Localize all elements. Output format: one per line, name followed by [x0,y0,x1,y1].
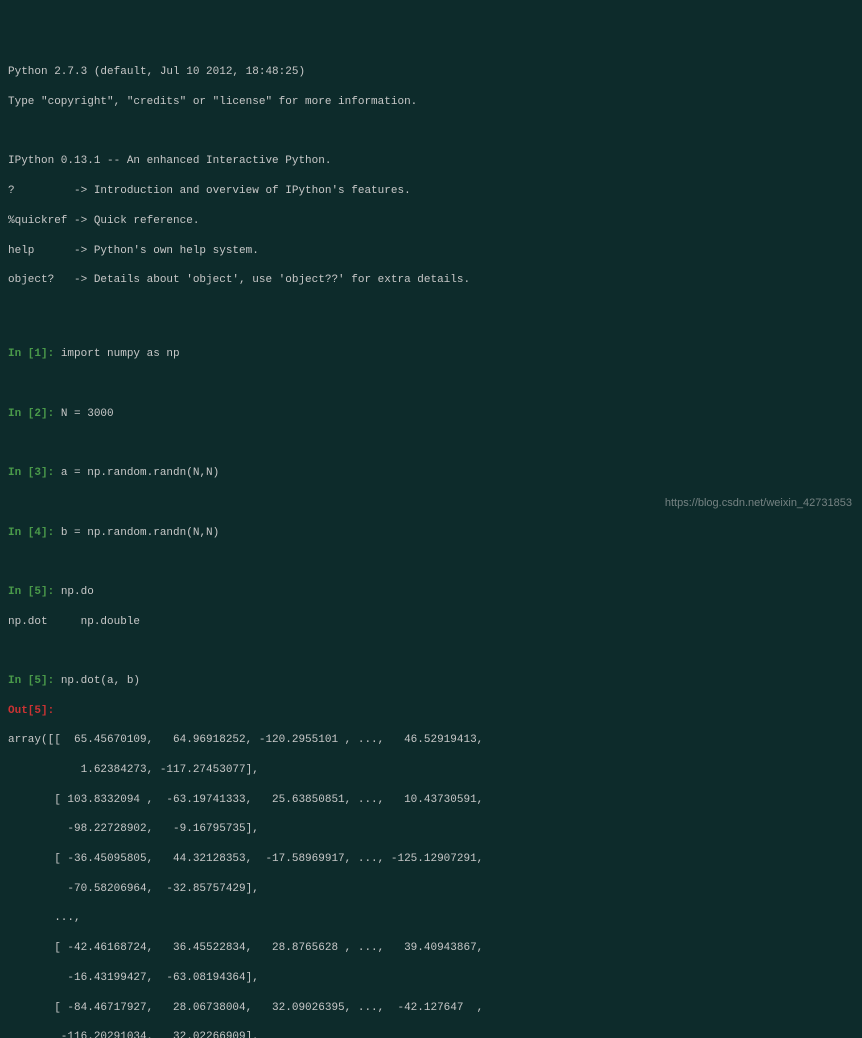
input-cell-2[interactable]: In [2]: N = 3000 [8,407,854,422]
array-output-line: 1.62384273, -117.27453077], [8,763,854,778]
blank [8,125,854,140]
input-cell-5b[interactable]: In [5]: np.dot(a, b) [8,674,854,689]
array-output-line: ..., [8,911,854,926]
array-output-line: array([[ 65.45670109, 64.96918252, -120.… [8,733,854,748]
ipython-banner: IPython 0.13.1 -- An enhanced Interactiv… [8,154,854,169]
watermark: https://blog.csdn.net/weixin_42731853 [665,496,852,511]
array-output-line: [ -84.46717927, 28.06738004, 32.09026395… [8,1001,854,1016]
array-output-line: -98.22728902, -9.16795735], [8,822,854,837]
blank [8,644,854,659]
input-cell-3[interactable]: In [3]: a = np.random.randn(N,N) [8,466,854,481]
help-quickref: %quickref -> Quick reference. [8,214,854,229]
tab-completion-5: np.dot np.double [8,615,854,630]
array-output-line: [ 103.8332094 , -63.19741333, 25.6385085… [8,793,854,808]
input-cell-5a[interactable]: In [5]: np.do [8,585,854,600]
python-version: Python 2.7.3 (default, Jul 10 2012, 18:4… [8,65,854,80]
array-output-line: -116.20291034, 32.02266909], [8,1030,854,1038]
input-cell-4[interactable]: In [4]: b = np.random.randn(N,N) [8,526,854,541]
blank [8,555,854,570]
array-output-line: [ -42.46168724, 36.45522834, 28.8765628 … [8,941,854,956]
output-label-5: Out[5]: [8,704,854,719]
array-output-line: -70.58206964, -32.85757429], [8,882,854,897]
help-help: help -> Python's own help system. [8,244,854,259]
python-info: Type "copyright", "credits" or "license"… [8,95,854,110]
array-output-line: [ -36.45095805, 44.32128353, -17.5896991… [8,852,854,867]
input-cell-1[interactable]: In [1]: import numpy as np [8,347,854,362]
help-object: object? -> Details about 'object', use '… [8,273,854,288]
blank [8,436,854,451]
blank [8,303,854,318]
blank [8,377,854,392]
help-intro: ? -> Introduction and overview of IPytho… [8,184,854,199]
array-output-line: -16.43199427, -63.08194364], [8,971,854,986]
